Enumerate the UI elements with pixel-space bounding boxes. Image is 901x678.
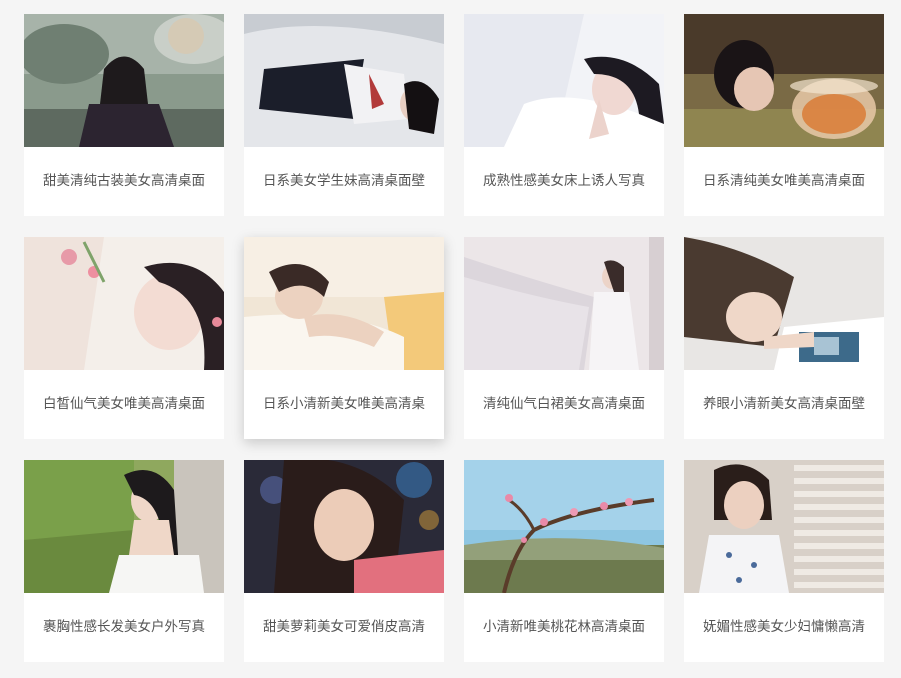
card-title[interactable]: 裹胸性感长发美女户外写真 bbox=[24, 593, 224, 662]
card-title[interactable]: 日系小清新美女唯美高清桌 bbox=[244, 370, 444, 439]
gallery-card[interactable]: 妩媚性感美女少妇慵懒高清 bbox=[684, 460, 884, 662]
card-title[interactable]: 甜美萝莉美女可爱俏皮高清 bbox=[244, 593, 444, 662]
gallery-card[interactable]: 日系小清新美女唯美高清桌 bbox=[244, 237, 444, 439]
thumbnail-image[interactable] bbox=[244, 237, 444, 370]
gallery-card[interactable]: 成熟性感美女床上诱人写真 bbox=[464, 14, 664, 216]
gallery-card[interactable]: 甜美萝莉美女可爱俏皮高清 bbox=[244, 460, 444, 662]
card-title[interactable]: 清纯仙气白裙美女高清桌面 bbox=[464, 370, 664, 439]
card-title[interactable]: 小清新唯美桃花林高清桌面 bbox=[464, 593, 664, 662]
card-title[interactable]: 成熟性感美女床上诱人写真 bbox=[464, 147, 664, 216]
card-title[interactable]: 妩媚性感美女少妇慵懒高清 bbox=[684, 593, 884, 662]
gallery-card[interactable]: 白皙仙气美女唯美高清桌面 bbox=[24, 237, 224, 439]
card-title[interactable]: 甜美清纯古装美女高清桌面 bbox=[24, 147, 224, 216]
thumbnail-image[interactable] bbox=[24, 237, 224, 370]
gallery-card[interactable]: 日系清纯美女唯美高清桌面 bbox=[684, 14, 884, 216]
gallery-card[interactable]: 养眼小清新美女高清桌面壁 bbox=[684, 237, 884, 439]
card-title[interactable]: 日系清纯美女唯美高清桌面 bbox=[684, 147, 884, 216]
gallery-card[interactable]: 日系美女学生妹高清桌面壁 bbox=[244, 14, 444, 216]
thumbnail-image[interactable] bbox=[24, 460, 224, 593]
thumbnail-image[interactable] bbox=[244, 14, 444, 147]
card-title[interactable]: 日系美女学生妹高清桌面壁 bbox=[244, 147, 444, 216]
gallery-card[interactable]: 裹胸性感长发美女户外写真 bbox=[24, 460, 224, 662]
thumbnail-image[interactable] bbox=[24, 14, 224, 147]
card-title[interactable]: 白皙仙气美女唯美高清桌面 bbox=[24, 370, 224, 439]
thumbnail-image[interactable] bbox=[464, 14, 664, 147]
card-title[interactable]: 养眼小清新美女高清桌面壁 bbox=[684, 370, 884, 439]
gallery-card[interactable]: 小清新唯美桃花林高清桌面 bbox=[464, 460, 664, 662]
gallery-card[interactable]: 甜美清纯古装美女高清桌面 bbox=[24, 14, 224, 216]
thumbnail-image[interactable] bbox=[464, 460, 664, 593]
thumbnail-image[interactable] bbox=[684, 14, 884, 147]
gallery-card[interactable]: 清纯仙气白裙美女高清桌面 bbox=[464, 237, 664, 439]
thumbnail-image[interactable] bbox=[684, 460, 884, 593]
thumbnail-image[interactable] bbox=[464, 237, 664, 370]
thumbnail-image[interactable] bbox=[684, 237, 884, 370]
thumbnail-image[interactable] bbox=[244, 460, 444, 593]
wallpaper-gallery: 甜美清纯古装美女高清桌面 日系美女学生妹高清桌面壁 成熟性感美女床上诱人写真 日… bbox=[0, 0, 901, 678]
